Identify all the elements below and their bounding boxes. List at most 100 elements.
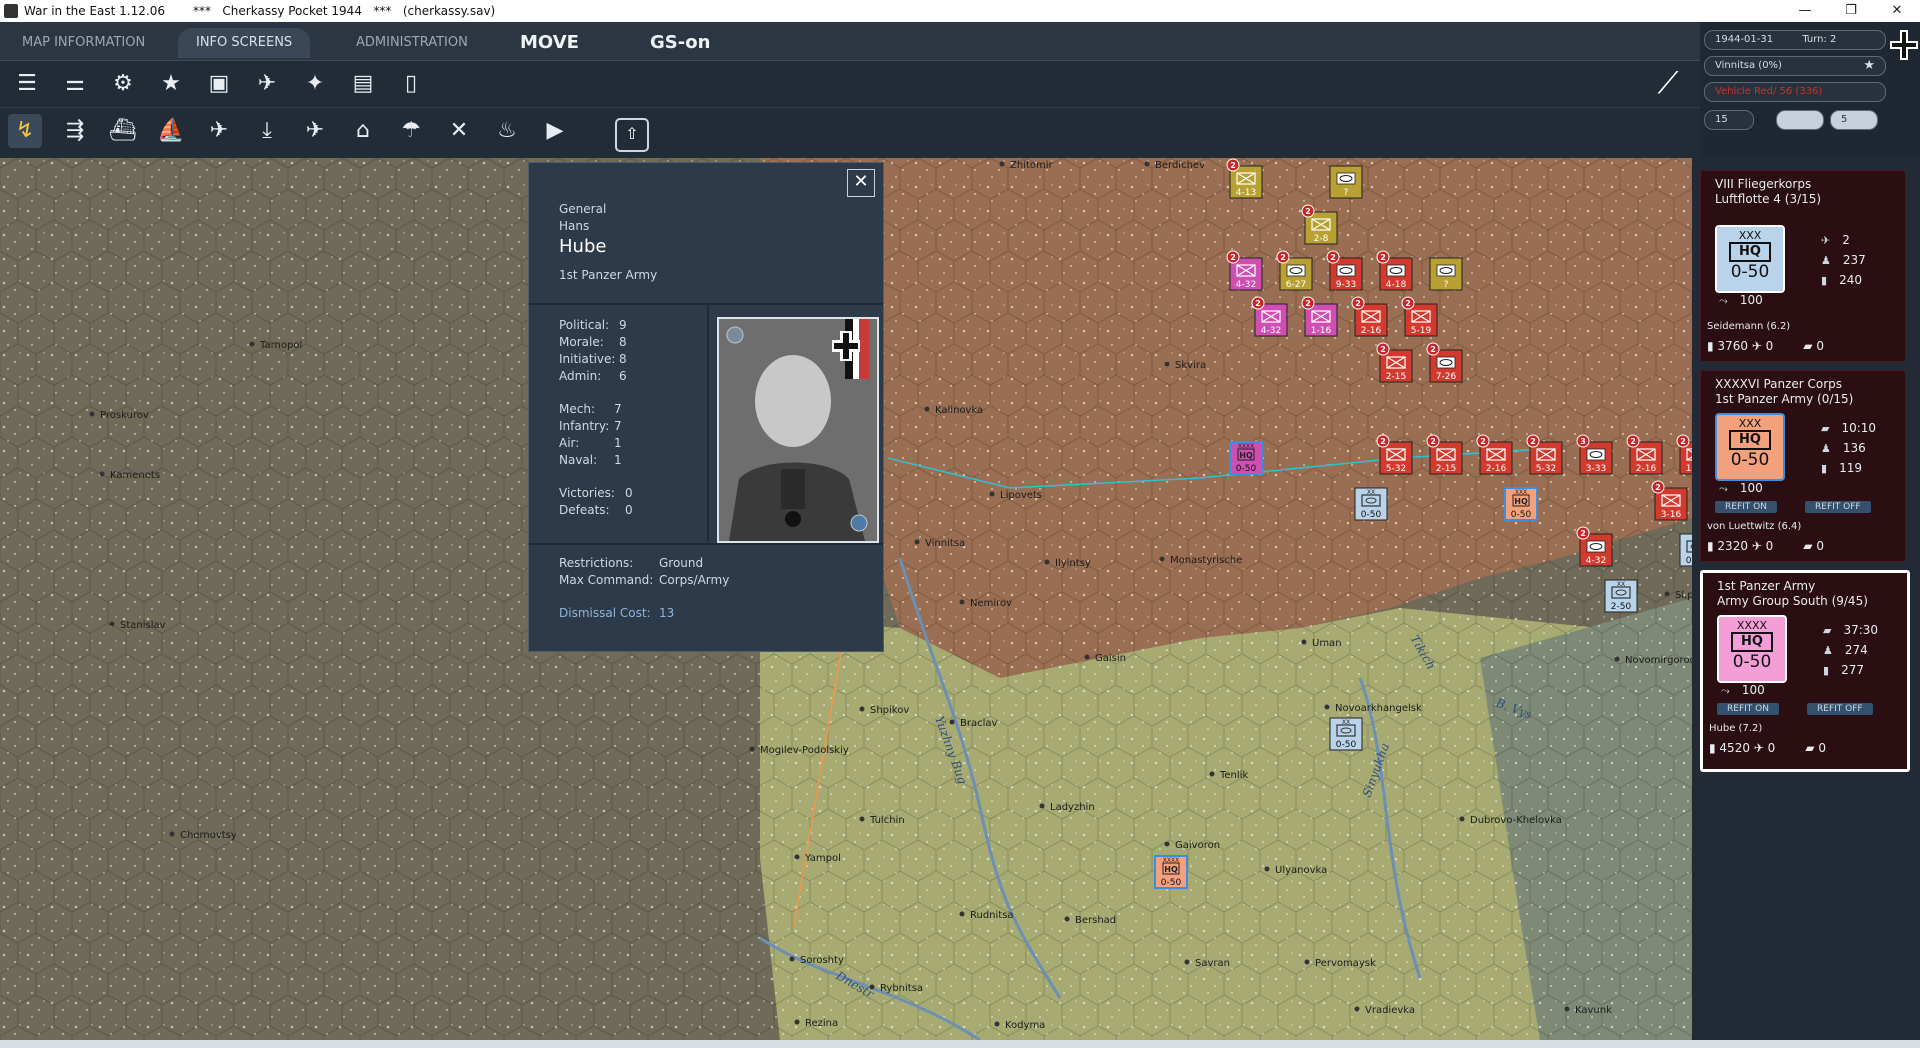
move-path-icon[interactable]: ↯ [8,114,42,148]
city-marker [859,816,865,822]
restore-button[interactable]: ❐ [1828,0,1874,22]
tank-icon: ▰ [1821,422,1830,435]
unit-strength: 2-16 [1636,464,1657,474]
divider [529,543,883,545]
unit-counter[interactable]: ? [1429,257,1463,291]
unit-strength: 2-15 [1436,464,1456,474]
hq-card[interactable]: VIII Fliegerkorps Luftflotte 4 (3/15) XXX… [1700,170,1906,362]
unit-strength: 0-50 [1161,878,1182,888]
rail-icon[interactable]: ⇶ [58,114,92,148]
close-window-button[interactable]: ✕ [1874,0,1920,22]
hq-commander[interactable]: von Luettwitz (6.4) [1707,521,1801,532]
unit-counter[interactable]: HQXXXX 0-50 [1229,441,1263,475]
unit-strength: 7-26 [1436,372,1457,382]
city-label: Monastyrische [1170,555,1242,566]
city-marker [999,161,1005,167]
unit-strength: 5-19 [1411,326,1432,336]
satellite-icon[interactable]: ✦ [298,67,332,101]
unit-counter[interactable]: HQXXXX 0-50 [1154,855,1188,889]
air-attack-icon[interactable]: ✈ [202,114,236,148]
aircraft-icon[interactable]: ✈ [250,67,284,101]
airbase-icon[interactable]: ⌂ [346,114,380,148]
dismissal-cost-label[interactable]: Dismissal Cost: [559,605,651,622]
refit-off-button[interactable]: REFIT OFF [1807,703,1873,715]
hq-counter[interactable]: XXX HQ 0-50 [1715,413,1785,481]
unit-badge-number: 2 [1305,207,1311,216]
star-icon[interactable]: ★ [154,67,188,101]
city-label: Savran [1195,958,1230,969]
unit-counter[interactable]: HQXXX 0-50 [1504,487,1538,521]
guns-icon: ▮ [1821,462,1828,475]
unit-echelon: XX [1342,719,1350,726]
combat-value: 1 [614,436,622,450]
refit-on-button[interactable]: REFIT ON [1717,703,1779,715]
tab-info-screens[interactable]: INFO SCREENS [178,28,311,58]
toggle-button[interactable] [1776,110,1824,130]
tab-administration[interactable]: ADMINISTRATION [338,28,486,58]
refit-off-button[interactable]: REFIT OFF [1805,501,1871,513]
phone-icon[interactable]: ▯ [394,67,428,101]
unit-counter[interactable]: XX 2-50 [1604,579,1638,613]
naval-icon[interactable]: ⛵ [154,114,188,148]
combat-value: 1 [614,453,622,467]
scenario-title: *** Cherkassy Pocket 1944 *** (cherkassy… [192,4,496,18]
city-marker [794,1019,800,1025]
bomb-icon[interactable]: ⤓ [250,114,284,148]
interdict-icon[interactable]: ✕ [442,114,476,148]
unit-strength: 2-50 [1611,602,1632,612]
hq-counter[interactable]: XXX HQ 0-50 [1715,225,1785,293]
hq-level: XXX [1738,417,1762,430]
city-marker [1164,841,1170,847]
location-pill[interactable]: Vinnitsa (0%) ★ [1704,56,1886,76]
fire-icon[interactable]: ♨ [490,114,524,148]
hq-card-selected[interactable]: 1st Panzer Army Army Group South (9/45) X… [1700,570,1910,772]
upload-icon[interactable]: ⇧ [615,118,649,152]
hq-commander[interactable]: Hube (7.2) [1709,723,1762,734]
unit-counter[interactable]: ? [1329,165,1363,199]
tab-gs-on[interactable]: GS-on [632,28,728,58]
hq-stat: 37:30 [1843,623,1879,637]
unit-strength: 9-33 [1336,280,1356,290]
pencil-icon[interactable]: ⟋ [1648,64,1688,104]
minimize-button[interactable]: — [1782,0,1828,22]
tank-icon: ▰ [1803,539,1817,553]
hq-card[interactable]: XXXXVI Panzer Corps 1st Panzer Army (0/15… [1700,370,1906,562]
menu-tabs: MAP INFORMATION INFO SCREENS ADMINISTRAT… [0,22,1700,61]
city-label: Gaisin [1095,653,1126,664]
combat-label: Mech: [559,402,595,416]
unit-strength: 2-16 [1486,464,1507,474]
fuel-icon[interactable]: ▤ [346,67,380,101]
combat-label: Naval: [559,453,598,467]
hq-text: HQ [1164,865,1178,874]
unit-badge-number: 2 [1380,345,1386,354]
ship-icon[interactable]: ⛴ [106,114,140,148]
air-transfer-icon[interactable]: ✈ [298,114,332,148]
hq-counter[interactable]: XXXX HQ 0-50 [1717,615,1787,683]
counter-badge[interactable]: 5 [1830,110,1878,130]
list-icon[interactable]: ☰ [10,67,44,101]
hq-morale: 100 [1739,481,1763,495]
close-button[interactable]: ✕ [847,169,875,197]
paradrop-icon[interactable]: ☂ [394,114,428,148]
hq-panel: VIII Fliegerkorps Luftflotte 4 (3/15) XXX… [1692,158,1920,1048]
tab-map-information[interactable]: MAP INFORMATION [4,28,163,58]
unit-counter[interactable]: XX0-50 [1329,717,1363,751]
play-icon[interactable]: ▶ [538,114,572,148]
gear-icon[interactable]: ⚙ [106,67,140,101]
unit-counter[interactable]: XX0-50 [1679,533,1692,567]
zoom-level[interactable]: 15 [1704,110,1754,130]
hq-name: VIII Fliegerkorps Luftflotte 4 (3/15) [1715,177,1822,206]
rating-label: Political: [559,318,610,332]
leader-info-window: ✕ General Hans Hube 1st Panzer Army Poli… [528,162,884,652]
hq-commander[interactable]: Seidemann (6.2) [1707,321,1790,332]
city-label: Soroshty [800,955,844,966]
unit-panel-icon[interactable]: ▣ [202,67,236,101]
refit-on-button[interactable]: REFIT ON [1715,501,1777,513]
city-label: Kalinovka [935,405,983,416]
unit-strength: 2-8 [1314,234,1329,244]
sliders-icon[interactable]: ⚌ [58,67,92,101]
unit-counter[interactable]: XX0-50 [1354,487,1388,521]
unit-echelon: XX [1617,581,1625,588]
unit-strength: 4-13 [1236,188,1256,198]
tab-move[interactable]: MOVE [502,28,597,58]
